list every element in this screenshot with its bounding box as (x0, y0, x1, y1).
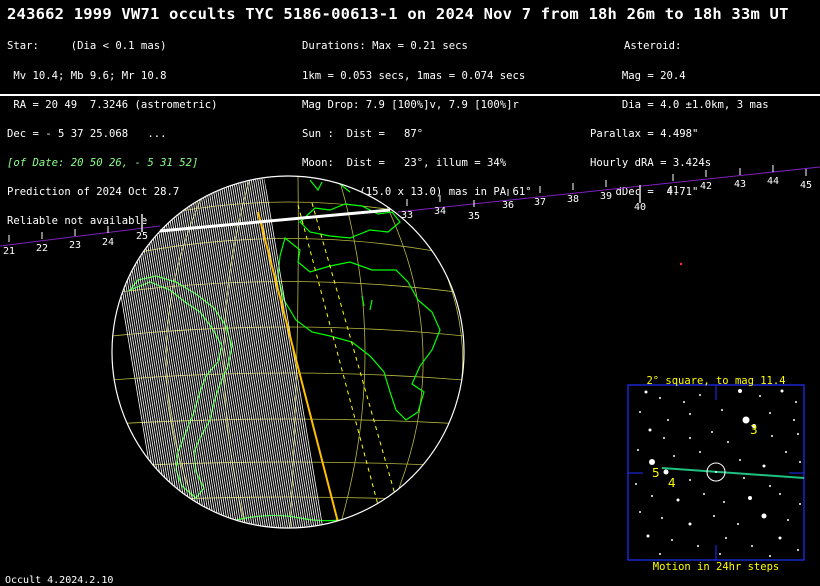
inset-caption: Motion in 24hr steps (652, 561, 780, 573)
field-star (683, 401, 685, 403)
field-star (711, 431, 713, 433)
motion-label-5: 5 (652, 466, 660, 480)
field-star (738, 389, 742, 393)
field-star (663, 437, 665, 439)
field-star (780, 389, 784, 393)
path-line-right (397, 166, 820, 213)
field-star (779, 493, 781, 495)
star-chart-inset: 3 4 5 (627, 384, 805, 561)
field-star (644, 390, 648, 394)
field-star (699, 451, 701, 453)
field-star (785, 451, 787, 453)
field-star (759, 395, 761, 397)
inset-title: 2° square, to mag 11.4 (646, 375, 786, 387)
field-star (635, 483, 637, 485)
path-tick-label: 34 (434, 206, 446, 217)
sun-marker (679, 262, 683, 266)
field-star (688, 522, 692, 526)
field-star (771, 435, 773, 437)
field-star (739, 459, 741, 461)
path-tick-label: 43 (734, 179, 746, 190)
path-tick-label: 22 (36, 243, 48, 254)
field-star (676, 498, 680, 502)
field-star (648, 428, 652, 432)
field-star (639, 411, 641, 413)
field-star (725, 537, 727, 539)
field-star (649, 459, 655, 465)
field-star (751, 545, 753, 547)
field-star (769, 412, 771, 414)
path-tick-label: 44 (767, 176, 779, 187)
field-star (667, 419, 669, 421)
path-tick-label: 40 (634, 202, 646, 213)
motion-label-4: 4 (668, 476, 676, 490)
field-star (723, 501, 725, 503)
field-star (673, 455, 675, 457)
field-star (639, 511, 641, 513)
path-tick-label: 41 (667, 185, 679, 196)
field-star (795, 401, 797, 403)
path-tick-label: 36 (502, 200, 514, 211)
field-star (713, 515, 715, 517)
field-star (721, 409, 723, 411)
field-star (797, 549, 799, 551)
field-star (663, 469, 669, 475)
field-star (799, 461, 801, 463)
path-tick-label: 38 (567, 194, 579, 205)
field-star (671, 539, 673, 541)
field-star (793, 419, 795, 421)
field-star (742, 416, 750, 424)
path-tick-label: 25 (136, 231, 148, 242)
path-tick-label: 23 (69, 240, 81, 251)
field-star (727, 441, 729, 443)
field-star (646, 534, 650, 538)
field-star (737, 523, 739, 525)
field-star (799, 503, 801, 505)
field-star (762, 464, 766, 468)
field-star (689, 437, 691, 439)
earth-globe (112, 176, 464, 528)
field-star (769, 485, 771, 487)
field-star (703, 493, 705, 495)
path-tick-label: 39 (600, 191, 612, 202)
field-star (748, 496, 752, 500)
field-star (661, 517, 663, 519)
field-star (697, 545, 699, 547)
field-star (689, 413, 691, 415)
field-star (761, 513, 767, 519)
field-star (699, 394, 701, 396)
field-star (637, 449, 639, 451)
field-star (689, 479, 691, 481)
path-tick-label: 45 (800, 180, 812, 191)
field-star (787, 519, 789, 521)
field-star (797, 433, 799, 435)
version-footer: Occult 4.2024.2.10 (5, 575, 114, 586)
path-tick-label: 42 (700, 181, 712, 192)
field-star (659, 397, 661, 399)
field-star (659, 553, 661, 555)
path-tick-label: 35 (468, 211, 480, 222)
path-tick-label: 24 (102, 237, 114, 248)
occultation-diagram: 21 22 23 242533 34 3536 37 38 394041 42 43 44 45 (0, 165, 820, 561)
field-star (743, 477, 745, 479)
motion-label-3: 3 (750, 423, 758, 437)
path-tick-label: 37 (534, 197, 546, 208)
field-star (651, 495, 653, 497)
field-star (719, 553, 721, 555)
field-star (769, 555, 771, 557)
path-tick-label: 21 (3, 246, 15, 257)
field-star (778, 536, 782, 540)
